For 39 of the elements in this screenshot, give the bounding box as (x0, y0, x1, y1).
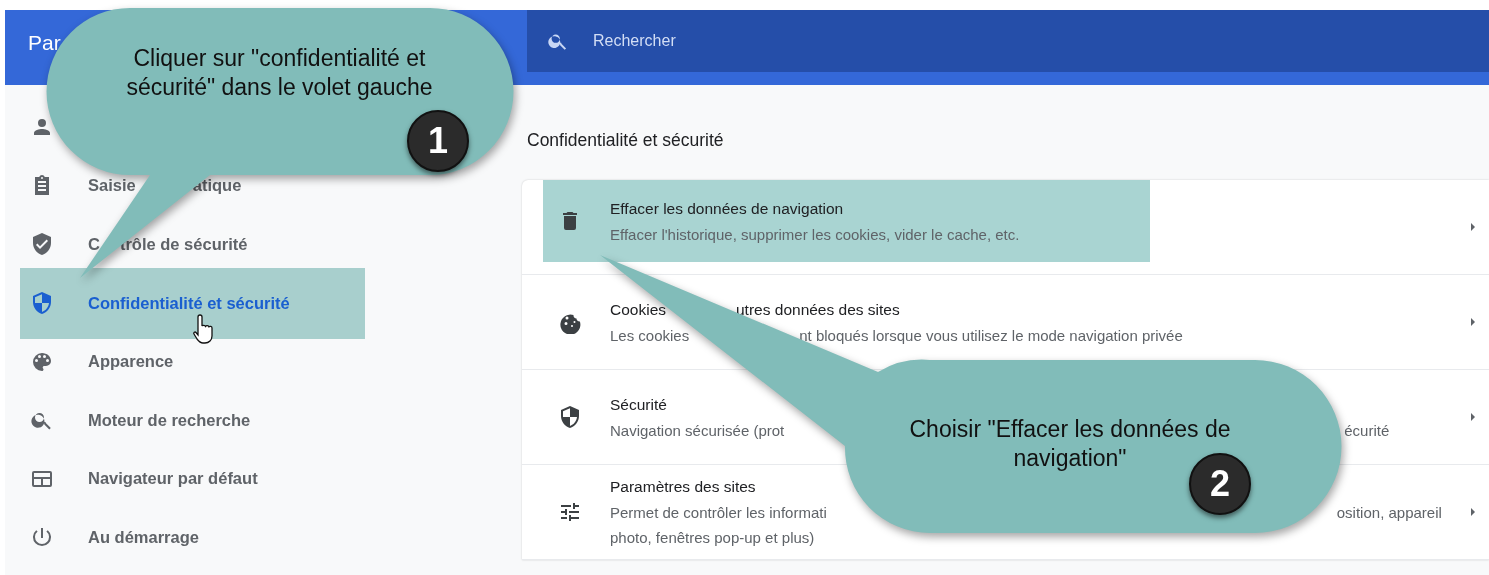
section-heading: Confidentialité et sécurité (527, 130, 725, 151)
search-field[interactable]: Rechercher (527, 10, 1489, 72)
chevron-icon (1469, 221, 1477, 233)
sidebar-label: atique (192, 176, 242, 196)
sidebar-label: Confidentialité et sécurité (88, 293, 290, 313)
sidebar-item[interactable]: Confidentialité et sécurité (20, 267, 365, 339)
sidebar-item[interactable]: Au démarrage (20, 508, 365, 567)
chevron-icon (1469, 411, 1477, 423)
shield-check-icon (30, 232, 54, 257)
row-title: Cookies (610, 300, 666, 319)
row-title: Paramètres des sites (610, 478, 756, 496)
sidebar-label: Apparence (88, 352, 174, 372)
row-description: photo, fenêtres pop-up et plus) (610, 529, 815, 546)
sidebar-label: C (88, 234, 100, 254)
row-description: écurité (1344, 421, 1390, 439)
row-description: osition, appareil (1336, 504, 1442, 521)
page-title: Par (28, 30, 61, 55)
sliders-icon (558, 500, 582, 524)
row-description: Les cookies (610, 326, 690, 344)
row-description: Permet de contrôler les informati (610, 504, 827, 521)
sidebar-item[interactable]: Navigateur par défaut (20, 449, 365, 508)
row-description: Navigation sécurisée (prot (610, 421, 785, 439)
row-description: Effacer l'historique, supprimer les cookies, vider le cache, etc. (610, 225, 1020, 243)
sidebar-label: Navigateur par défaut (88, 469, 258, 489)
shield-icon (558, 405, 582, 429)
row-title: Sécurité (610, 395, 667, 414)
chevron-icon (1469, 316, 1477, 328)
sidebar-label: Moteur de recherche (88, 410, 251, 430)
sidebar-item[interactable]: Moteur de recherche (20, 391, 365, 450)
settings-row[interactable]: Effacer les données de navigation Effacer l'historique, supprimer les cookies, vider le cache, etc. (522, 180, 1489, 275)
callout-text: Cliquer sur "confidentialité et sécurité" dans le volet gauche (125, 44, 434, 102)
sidebar-item[interactable]: Saisie atique (20, 156, 365, 215)
row-title: Effacer les données de navigation (610, 199, 844, 218)
sidebar-label: Au démarrage (88, 527, 199, 547)
row-title: utres données des sites (736, 300, 900, 319)
row-description: nt bloqués lorsque vous utilisez le mode navigation privée (799, 326, 1183, 344)
shield-icon (30, 291, 54, 315)
sidebar-label: Saisie (88, 176, 136, 196)
chevron-icon (1469, 506, 1477, 518)
